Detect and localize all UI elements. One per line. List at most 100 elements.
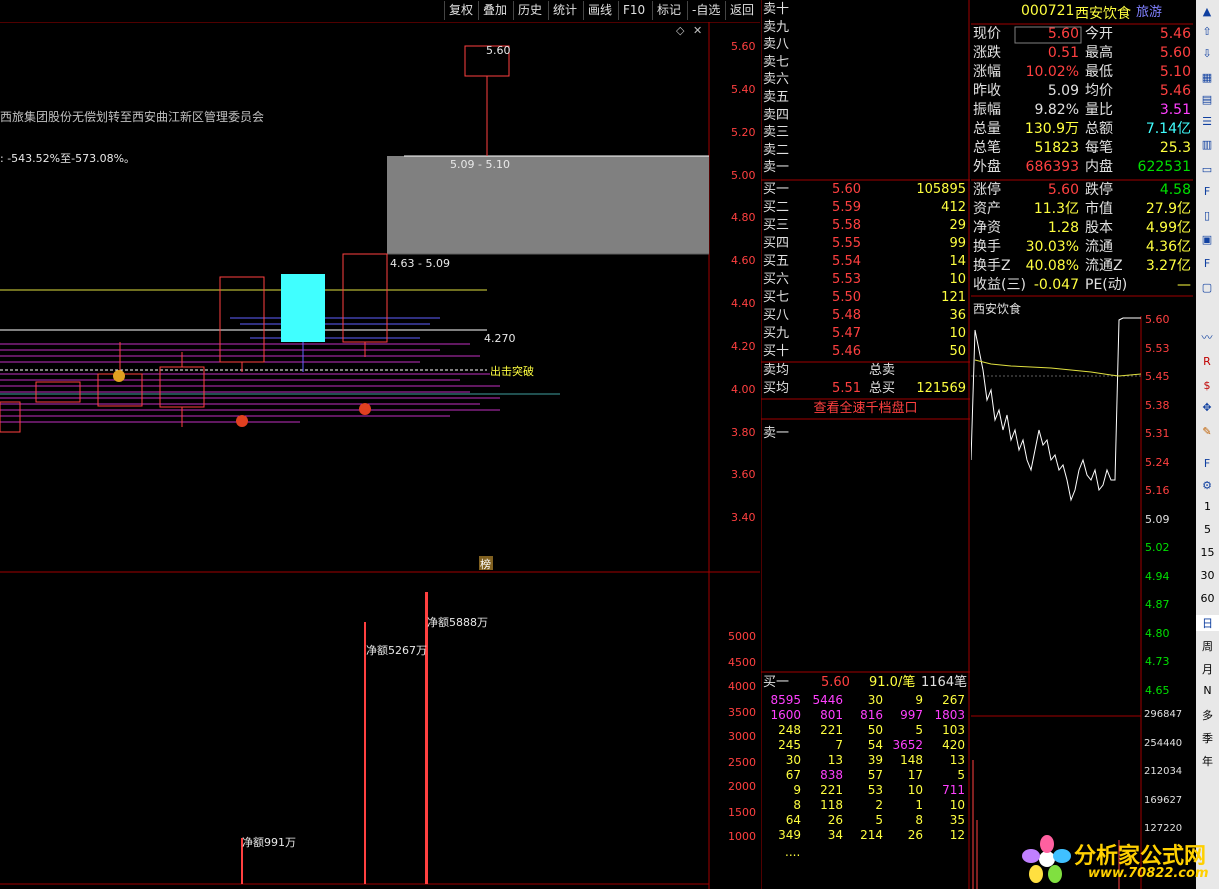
period-button[interactable]: 5 — [1196, 523, 1219, 536]
kline-chart-area[interactable]: 西旅集团股份无偿划转至西安曲江新区管理委员会 : -543.52%至-573.0… — [0, 22, 760, 889]
buy-level-row[interactable]: 买八 5.48 36 — [761, 307, 970, 325]
period-button[interactable]: 15 — [1196, 546, 1219, 559]
period-button[interactable]: 月 — [1196, 661, 1219, 677]
bang-badge[interactable]: 榜 — [480, 556, 491, 572]
diamond-icon[interactable]: ◇ — [676, 24, 684, 37]
buy-level-row[interactable]: 买四 5.55 99 — [761, 235, 970, 253]
period-button[interactable]: 季 — [1196, 730, 1219, 746]
sell-level-row[interactable]: 卖八 — [761, 36, 970, 54]
dollar-icon[interactable]: $ — [1199, 378, 1215, 394]
queue-order-cell: 3652 — [892, 738, 923, 752]
toolbar-back-button[interactable]: 返回 — [725, 1, 758, 20]
document-icon[interactable]: ▯ — [1199, 208, 1215, 224]
price-axis-tick: 5.00 — [731, 169, 756, 182]
settings-icon[interactable]: ⚙ — [1199, 478, 1215, 494]
rsi-icon[interactable]: R — [1199, 354, 1215, 370]
sector-tag[interactable]: 旅游 — [1136, 1, 1162, 20]
quote-row: 振幅 9.82% 量比 3.51 — [973, 102, 1191, 118]
sell-level-row[interactable]: 卖九 — [761, 19, 970, 37]
buy-level-row[interactable]: 买二 5.59 412 — [761, 199, 970, 217]
sell-level-row[interactable]: 卖四 — [761, 107, 970, 125]
price-axis-tick: 4.00 — [731, 383, 756, 396]
quote-row: 收益(三) -0.047 PE(动) — — [973, 277, 1191, 293]
sell-level-row[interactable]: 卖十 — [761, 1, 970, 19]
buy-level-row[interactable]: 买三 5.58 29 — [761, 217, 970, 235]
mini-price-tick: 5.02 — [1145, 541, 1170, 554]
queue-order-cell: 30 — [867, 693, 883, 707]
queue-order-cell: 50 — [867, 723, 883, 737]
queue-order-cell: 10 — [949, 798, 965, 812]
period-button[interactable]: 60 — [1196, 592, 1219, 605]
queue-order-cell: 35 — [949, 813, 965, 827]
arrow-up-icon[interactable]: ▲ — [1199, 4, 1215, 20]
f12-icon[interactable]: F — [1199, 256, 1215, 272]
page-icon[interactable]: ▢ — [1199, 280, 1215, 296]
queue-order-cell: 248 — [778, 723, 801, 737]
mini-price-tick: 5.38 — [1145, 398, 1170, 412]
toolbar-mark-button[interactable]: 标记 — [652, 1, 685, 20]
volume-axis-tick: 1000 — [728, 830, 756, 843]
price-axis-tick: 5.20 — [731, 126, 756, 139]
queue-order-cell: 26 — [827, 813, 843, 827]
period-button[interactable]: 年 — [1196, 753, 1219, 769]
toolbar-f10-button[interactable]: F10 — [618, 1, 649, 20]
queue-order-cell: 8 — [915, 813, 923, 827]
f5-icon[interactable]: F — [1199, 456, 1215, 472]
wave-icon[interactable]: 〰 — [1199, 330, 1215, 346]
quote-row: 资产 11.3亿 市值 27.9亿 — [973, 201, 1191, 217]
toolbar-watchlist-button[interactable]: -自选 — [687, 1, 724, 20]
buy-level-row[interactable]: 买九 5.47 10 — [761, 325, 970, 343]
period-button[interactable]: 多 — [1196, 707, 1219, 723]
volume-axis-tick: 3500 — [728, 706, 756, 719]
buy-level-row[interactable]: 买六 5.53 10 — [761, 271, 970, 289]
volume-axis-tick: 4000 — [728, 680, 756, 693]
period-button[interactable]: 1 — [1196, 500, 1219, 513]
period-button[interactable]: N — [1196, 684, 1219, 697]
queue-order-cell: 2 — [875, 798, 883, 812]
calendar-icon[interactable]: ▣ — [1199, 232, 1215, 248]
queue-more[interactable]: .... — [785, 845, 800, 859]
queue-order-cell: 214 — [860, 828, 883, 842]
buy-level-row[interactable]: 买五 5.54 14 — [761, 253, 970, 271]
quote-row: 现价 5.60 今开 5.46 — [973, 26, 1191, 42]
buy-level-row[interactable]: 买一 5.60 105895 — [761, 181, 970, 199]
window-icon[interactable]: ▭ — [1199, 162, 1215, 178]
quote-row: 换手Z 40.08% 流通Z 3.27亿 — [973, 258, 1191, 274]
sell-level-row[interactable]: 卖三 — [761, 124, 970, 142]
period-button[interactable]: 30 — [1196, 569, 1219, 582]
mini-price-tick: 4.65 — [1145, 683, 1170, 697]
arrow-down-outline-icon[interactable]: ⇩ — [1199, 46, 1215, 62]
queue-order-cell: 13 — [949, 753, 965, 767]
arrow-up-outline-icon[interactable]: ⇧ — [1199, 24, 1215, 40]
chart-icon[interactable]: ▥ — [1199, 137, 1215, 153]
view-all-orders-link[interactable]: 查看全速千档盘口 — [761, 400, 970, 418]
avg-buy-row: 买均 5.51 总买 121569 — [763, 381, 966, 396]
toolbar-fuquan-button[interactable]: 复权 — [444, 1, 477, 20]
queue-order-cell: 57 — [867, 768, 883, 782]
price-axis-tick: 5.40 — [731, 83, 756, 96]
move-icon[interactable]: ✥ — [1199, 400, 1215, 416]
f10-icon[interactable]: F — [1199, 184, 1215, 200]
mini-price-tick: 5.16 — [1145, 484, 1170, 497]
queue-order-cell: 221 — [820, 783, 843, 797]
sell-level-row[interactable]: 卖二 — [761, 142, 970, 160]
period-button[interactable]: 周 — [1196, 638, 1219, 654]
buy-level-row[interactable]: 买七 5.50 121 — [761, 289, 970, 307]
pencil-icon[interactable]: ✎ — [1199, 424, 1215, 440]
toolbar-draw-button[interactable]: 画线 — [583, 1, 616, 20]
close-icon[interactable]: ✕ — [693, 24, 702, 37]
sell-level-row[interactable]: 卖六 — [761, 71, 970, 89]
toolbar-stats-button[interactable]: 统计 — [548, 1, 581, 20]
toolbar-overlay-button[interactable]: 叠加 — [478, 1, 511, 20]
sell-level-row[interactable]: 卖七 — [761, 54, 970, 72]
queue-order-cell: 34 — [827, 828, 843, 842]
period-button[interactable]: 日 — [1196, 615, 1219, 631]
buy-level-row[interactable]: 买十 5.46 50 — [761, 343, 970, 361]
list-icon[interactable]: ☰ — [1199, 114, 1215, 130]
sell-level-row[interactable]: 卖五 — [761, 89, 970, 107]
table-icon[interactable]: ▤ — [1199, 92, 1215, 108]
grid-icon[interactable]: ▦ — [1199, 70, 1215, 86]
sell-level-row[interactable]: 卖一 — [761, 159, 970, 177]
toolbar-history-button[interactable]: 历史 — [513, 1, 546, 20]
quote-row: 总量 130.9万 总额 7.14亿 — [973, 121, 1191, 137]
